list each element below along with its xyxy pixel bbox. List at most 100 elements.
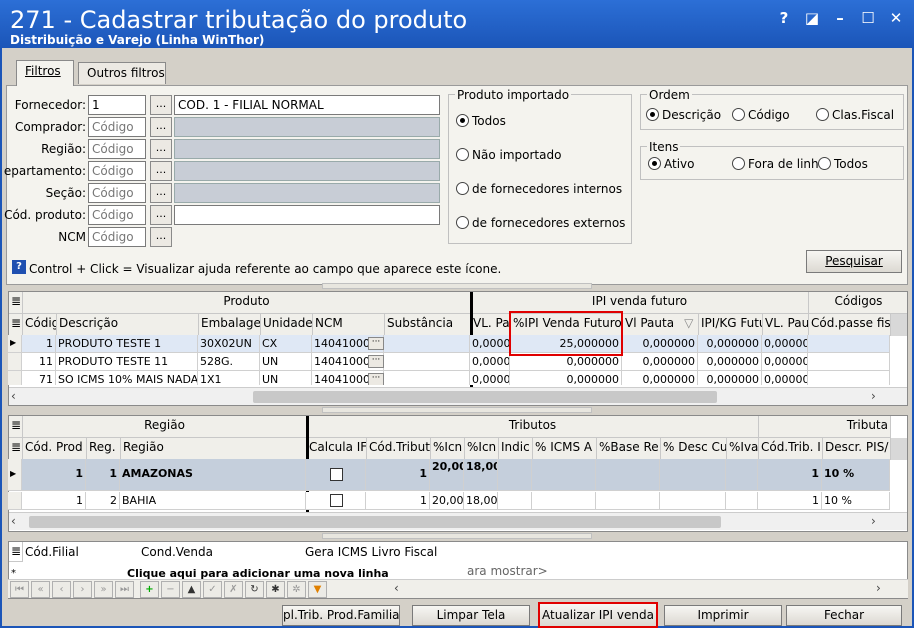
col-cod-filial[interactable]: Cód.Filial	[25, 545, 79, 559]
nav-filter-icon[interactable]: ▼	[308, 581, 327, 598]
pesquisar-button[interactable]: Pesquisar	[806, 250, 902, 273]
table-row[interactable]: ▶ 1 PRODUTO TESTE 1 30X02UN CX 14041000 ··· 0,0…	[8, 335, 890, 353]
hscroll-regiao[interactable]: ‹ ›	[9, 512, 907, 530]
table-cell[interactable]	[808, 353, 890, 371]
splitter[interactable]	[322, 283, 592, 289]
table-cell[interactable]: 0,000000	[622, 371, 698, 385]
scroll-right-icon[interactable]: ›	[876, 581, 881, 595]
table-cell[interactable]	[660, 459, 726, 491]
table-cell[interactable]: 20,00	[430, 459, 464, 491]
table-cell[interactable]	[726, 492, 758, 510]
table-cell[interactable]: 2	[86, 492, 120, 510]
col-indic[interactable]: Indic	[499, 438, 533, 460]
regiao-lookup-button[interactable]: ...	[150, 139, 172, 159]
table-cell[interactable]: 0,0000	[470, 335, 510, 353]
ncm-lookup-icon[interactable]: ···	[368, 355, 384, 368]
table-cell[interactable]: 18,00	[464, 492, 498, 510]
table-row[interactable]: 11 PRODUTO TESTE 11 528G. UN 14041000 ··· 0,00…	[8, 353, 890, 371]
grid-menu-icon[interactable]: ≣	[9, 438, 23, 460]
col-vl-pauta[interactable]: VL. Pa	[471, 314, 511, 336]
col-vl-pauta-2[interactable]: Vl Pauta ▽	[623, 314, 699, 336]
table-cell[interactable]: 1	[366, 459, 430, 491]
col-cod-trib[interactable]: Cód.Trib. I	[759, 438, 823, 460]
col-regiao[interactable]: Região	[121, 438, 307, 460]
table-cell[interactable]: 0,00000	[762, 353, 808, 371]
table-cell[interactable]: AMAZONAS	[120, 459, 306, 491]
scroll-thumb[interactable]	[253, 391, 717, 403]
col-descricao[interactable]: Descrição	[57, 314, 199, 336]
table-row[interactable]: ▶ 1 1 AMAZONAS 1 20,00 18,00 1 10 %	[8, 459, 890, 491]
radio-codigo[interactable]: Código	[732, 108, 790, 122]
col-iva[interactable]: %Iva	[727, 438, 759, 460]
col-cod-prod[interactable]: Cód. Prod	[23, 438, 87, 460]
minimize-button[interactable]: –	[830, 8, 850, 28]
table-cell[interactable]	[384, 335, 470, 353]
ncm-lookup-icon[interactable]: ···	[368, 373, 384, 385]
calcula-ipi-cell[interactable]	[306, 492, 366, 510]
col-unidade[interactable]: Unidade	[261, 314, 313, 336]
splitter[interactable]	[322, 407, 592, 413]
table-cell[interactable]: 30X02UN	[198, 335, 260, 353]
splitter[interactable]	[322, 533, 592, 539]
table-cell[interactable]: 10 %	[822, 492, 890, 510]
nav-next-page-icon[interactable]: »	[94, 581, 113, 598]
table-cell[interactable]: 0,000000	[698, 353, 762, 371]
radio-todos[interactable]: Todos	[456, 114, 506, 128]
imprimir-button[interactable]: Imprimir	[664, 605, 782, 626]
table-cell[interactable]: 0,00000	[762, 371, 808, 385]
fornecedor-lookup-button[interactable]: ...	[150, 95, 172, 115]
departamento-lookup-button[interactable]: ...	[150, 161, 172, 181]
col-embalagem[interactable]: Embalage	[199, 314, 261, 336]
regiao-input[interactable]: Código	[88, 139, 146, 159]
col-descr-pis[interactable]: Descr. PIS/	[823, 438, 891, 460]
grid-menu-icon[interactable]: ≣	[9, 542, 23, 562]
grid-menu-icon[interactable]: ≣	[9, 292, 23, 314]
tab-outros-filtros[interactable]: Outros filtros	[78, 62, 166, 84]
limpar-tela-button[interactable]: Limpar Tela	[412, 605, 530, 626]
table-cell[interactable]: 1	[758, 492, 822, 510]
nav-prev-page-icon[interactable]: «	[31, 581, 50, 598]
nav-bookmark-icon[interactable]: ✱	[266, 581, 285, 598]
atualizar-ipi-venda-button[interactable]: Atualizar IPI venda	[538, 602, 658, 628]
vscroll[interactable]	[891, 314, 907, 336]
nav-cancel-icon[interactable]: ✗	[224, 581, 243, 598]
maximize-button[interactable]: ☐	[858, 8, 878, 28]
table-cell[interactable]: 1	[758, 459, 822, 491]
table-cell[interactable]: 11	[22, 353, 56, 371]
table-cell[interactable]: 71	[22, 371, 56, 385]
radio-fornecedores-externos[interactable]: de fornecedores externos	[456, 216, 625, 230]
scroll-left-icon[interactable]: ‹	[394, 581, 399, 595]
table-cell[interactable]: 1	[22, 459, 86, 491]
col-icms-1[interactable]: %Icn	[431, 438, 465, 460]
table-cell[interactable]	[596, 459, 660, 491]
table-cell[interactable]: 0,000000	[698, 371, 762, 385]
table-cell[interactable]: 0,000000	[622, 335, 698, 353]
radio-descricao[interactable]: Descrição	[646, 108, 721, 122]
nav-up-icon[interactable]: ▲	[182, 581, 201, 598]
radio-itens-todos[interactable]: Todos	[818, 157, 868, 171]
table-cell[interactable]	[596, 492, 660, 510]
fornecedor-input[interactable]: 1	[88, 95, 146, 115]
table-cell[interactable]: 1	[22, 335, 56, 353]
col-cod-tribut[interactable]: Cód.Tribut	[367, 438, 431, 460]
calcula-ipi-checkbox[interactable]	[330, 468, 343, 481]
table-cell[interactable]: 0,000000	[510, 371, 622, 385]
table-row[interactable]: 1 2 BAHIA 1 20,00 18,00 1 10 %	[8, 492, 890, 510]
table-cell[interactable]: 0,000000	[698, 335, 762, 353]
table-cell[interactable]	[384, 353, 470, 371]
table-cell[interactable]: SO ICMS 10% MAIS NADA	[56, 371, 198, 385]
secao-input[interactable]: Código	[88, 183, 146, 203]
table-row[interactable]: 71 SO ICMS 10% MAIS NADA 1X1 UN 14041000 ··· 0…	[8, 371, 890, 385]
vscroll[interactable]	[891, 438, 907, 460]
table-cell[interactable]: 0,0000	[470, 353, 510, 371]
nav-delete-icon[interactable]: −	[161, 581, 180, 598]
col-ipi-kg[interactable]: IPI/KG Futu	[699, 314, 763, 336]
nav-edit-icon[interactable]: ✓	[203, 581, 222, 598]
replicar-tributacao-button[interactable]: pl.Trib. Prod.Familia	[282, 605, 400, 626]
table-cell[interactable]	[498, 492, 532, 510]
nav-goto-bookmark-icon[interactable]: ✲	[287, 581, 306, 598]
scroll-left-icon[interactable]: ‹	[11, 389, 16, 403]
table-cell[interactable]	[532, 459, 596, 491]
grid-menu-icon[interactable]: ≣	[9, 314, 23, 336]
hscroll-produto[interactable]: ‹ ›	[9, 387, 907, 405]
